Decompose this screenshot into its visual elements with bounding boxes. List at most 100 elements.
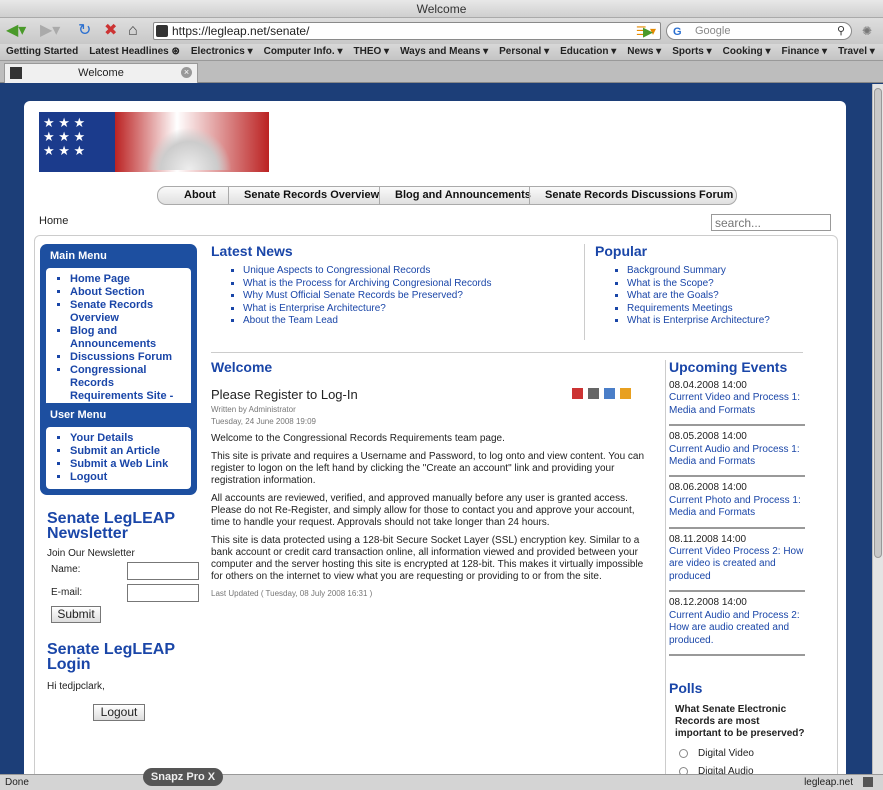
page-scrollbar[interactable] — [872, 84, 883, 774]
snapz-overlay: Snapz Pro X — [143, 768, 223, 786]
article-updated: Last Updated ( Tuesday, 08 July 2008 16:… — [211, 589, 373, 598]
article-title-row: Please Register to Log-In — [211, 387, 651, 402]
popular-link[interactable]: Background Summary — [627, 265, 804, 278]
article-paragraph: This site is data protected using a 128-… — [211, 535, 644, 582]
popular-link[interactable]: What are the Goals? — [627, 290, 804, 303]
newsletter-title: Senate LegLEAP Newsletter — [47, 510, 175, 542]
poll-option[interactable]: Digital Video — [679, 748, 805, 760]
user-menu-item[interactable]: Logout — [70, 471, 187, 484]
bookmark-item[interactable]: Electronics ▾ — [185, 44, 258, 57]
url-input[interactable]: https://legleap.net/senate/☰ ▾ — [153, 22, 661, 40]
event-link[interactable]: Current Video and Process 1: Media and F… — [669, 392, 805, 417]
events-list: 08.04.2008 14:00 Current Video and Proces… — [669, 375, 805, 656]
bookmark-item[interactable]: Sports ▾ — [666, 44, 716, 57]
latest-news-link[interactable]: Why Must Official Senate Records be Pres… — [243, 290, 571, 303]
main-menu-item[interactable]: Home Page — [70, 273, 187, 286]
stop-icon[interactable]: ✖ — [104, 21, 117, 41]
poll-option[interactable]: Digital Audio — [679, 766, 805, 774]
bookmark-item[interactable]: Finance ▾ — [775, 44, 832, 57]
go-icon[interactable]: ▶ — [643, 22, 653, 42]
forward-icon[interactable]: ▶▾ — [40, 21, 60, 41]
tab-strip: Welcome × — [0, 61, 883, 83]
content-area: Main Menu Home PageAbout SectionSenate R… — [34, 235, 838, 774]
event-date: 08.05.2008 14:00 — [669, 431, 747, 443]
nav-link[interactable]: About — [184, 189, 216, 201]
bookmark-item[interactable]: News ▾ — [621, 44, 666, 57]
site-logo-banner[interactable]: ★ ★ ★ ★ ★ ★ ★ ★ ★ — [39, 112, 269, 172]
close-tab-icon[interactable]: × — [181, 67, 192, 78]
bookmark-item[interactable]: Cooking ▾ — [717, 44, 776, 57]
event-link[interactable]: Current Audio and Process 1: Media and F… — [669, 444, 805, 469]
email-label: E-mail: — [51, 587, 83, 598]
poll-option-label: Digital Video — [698, 747, 754, 759]
popular-title: Popular — [595, 243, 648, 259]
event-date: 08.11.2008 14:00 — [669, 533, 747, 545]
latest-news-link[interactable]: What is Enterprise Architecture? — [243, 303, 571, 316]
status-domain: legleap.net — [804, 777, 853, 788]
site-search-input[interactable] — [711, 214, 831, 231]
newsletter-email-input[interactable] — [127, 584, 199, 602]
latest-news-module: Latest News Unique Aspects to Congressio… — [211, 244, 571, 328]
tab-favicon-icon — [10, 67, 22, 79]
article-paragraph: Welcome to the Congressional Records Req… — [211, 433, 505, 444]
newsletter-name-input[interactable] — [127, 562, 199, 580]
nav-link[interactable]: Senate Records Discussions Forum — [545, 189, 733, 201]
main-menu-item[interactable]: About Section — [70, 286, 187, 299]
user-menu-item[interactable]: Your Details — [70, 432, 187, 445]
event-item: 08.04.2008 14:00 Current Video and Proces… — [669, 375, 805, 427]
google-icon: G — [673, 26, 682, 38]
back-icon[interactable]: ◀▾ — [6, 21, 26, 41]
poll-radio[interactable] — [679, 766, 688, 774]
url-text: https://legleap.net/senate/ — [172, 24, 310, 38]
pdf-icon[interactable] — [572, 388, 583, 399]
user-menu-item[interactable]: Submit an Article — [70, 445, 187, 458]
status-text: Done — [5, 777, 29, 788]
bookmark-item[interactable]: Personal ▾ — [493, 44, 554, 57]
main-menu-item[interactable]: Senate Records Overview — [70, 299, 187, 325]
latest-news-title: Latest News — [211, 243, 293, 259]
logout-button[interactable]: Logout — [93, 704, 145, 721]
popular-link[interactable]: What is Enterprise Architecture? — [627, 315, 804, 328]
latest-news-link[interactable]: About the Team Lead — [243, 315, 571, 328]
print-icon[interactable] — [588, 388, 599, 399]
bookmark-item[interactable]: Travel ▾ — [832, 44, 880, 57]
event-link[interactable]: Current Audio and Process 2: How are aud… — [669, 610, 805, 647]
main-menu-item[interactable]: Blog and Announcements — [70, 325, 187, 351]
bookmark-item[interactable]: THEO ▾ — [348, 44, 395, 57]
latest-news-link[interactable]: Unique Aspects to Congressional Records — [243, 265, 571, 278]
event-link[interactable]: Current Photo and Process 1: Media and F… — [669, 495, 805, 520]
web-search-input[interactable]: G Google ⚲ — [666, 22, 852, 40]
popular-module: Popular Background SummaryWhat is the Sc… — [584, 244, 804, 340]
nav-link[interactable]: Senate Records Overview — [244, 189, 379, 201]
bookmark-item[interactable]: Getting Started — [0, 44, 83, 57]
bookmark-item[interactable]: Latest Headlines ⊛ — [83, 44, 185, 57]
newsletter-submit-button[interactable]: Submit — [51, 606, 101, 623]
main-menu-item[interactable]: Discussions Forum — [70, 351, 187, 364]
popular-list: Background SummaryWhat is the Scope?What… — [595, 265, 804, 328]
article-paragraph: All accounts are reviewed, verified, and… — [211, 493, 635, 528]
article-date: Tuesday, 24 June 2008 19:09 — [211, 417, 316, 426]
browser-toolbar: ◀▾ ▶▾ ↻ ✖ ⌂ https://legleap.net/senate/☰… — [0, 18, 883, 44]
scrollbar-thumb[interactable] — [874, 88, 882, 558]
top-navigation: About Senate Records Overview Blog and Ann… — [157, 186, 737, 205]
bookmark-item[interactable]: Computer Info. ▾ — [258, 44, 348, 57]
nav-link[interactable]: Blog and Announcements — [395, 189, 531, 201]
reload-icon[interactable]: ↻ — [78, 21, 91, 41]
poll-radio[interactable] — [679, 748, 688, 758]
polls-module: Polls What Senate Electronic Records are… — [669, 680, 805, 774]
user-menu-item[interactable]: Submit a Web Link — [70, 458, 187, 471]
bookmark-item[interactable]: Ways and Means ▾ — [394, 44, 493, 57]
home-icon[interactable]: ⌂ — [128, 21, 138, 41]
magnifier-icon[interactable]: ⚲ — [837, 23, 845, 39]
popular-link[interactable]: What is the Scope? — [627, 278, 804, 291]
events-module: Upcoming Events 08.04.2008 14:00 Current … — [665, 360, 805, 774]
latest-news-link[interactable]: What is the Process for Archiving Congre… — [243, 278, 571, 291]
tab-welcome[interactable]: Welcome × — [4, 63, 198, 83]
popular-link[interactable]: Requirements Meetings — [627, 303, 804, 316]
poll-question: What Senate Electronic Records are most … — [675, 703, 805, 739]
article-paragraph: This site is private and requires a User… — [211, 451, 645, 486]
bookmark-item[interactable]: Education ▾ — [554, 44, 621, 57]
edit-icon[interactable] — [620, 388, 631, 399]
email-icon[interactable] — [604, 388, 615, 399]
event-link[interactable]: Current Video Process 2: How are video i… — [669, 546, 805, 583]
